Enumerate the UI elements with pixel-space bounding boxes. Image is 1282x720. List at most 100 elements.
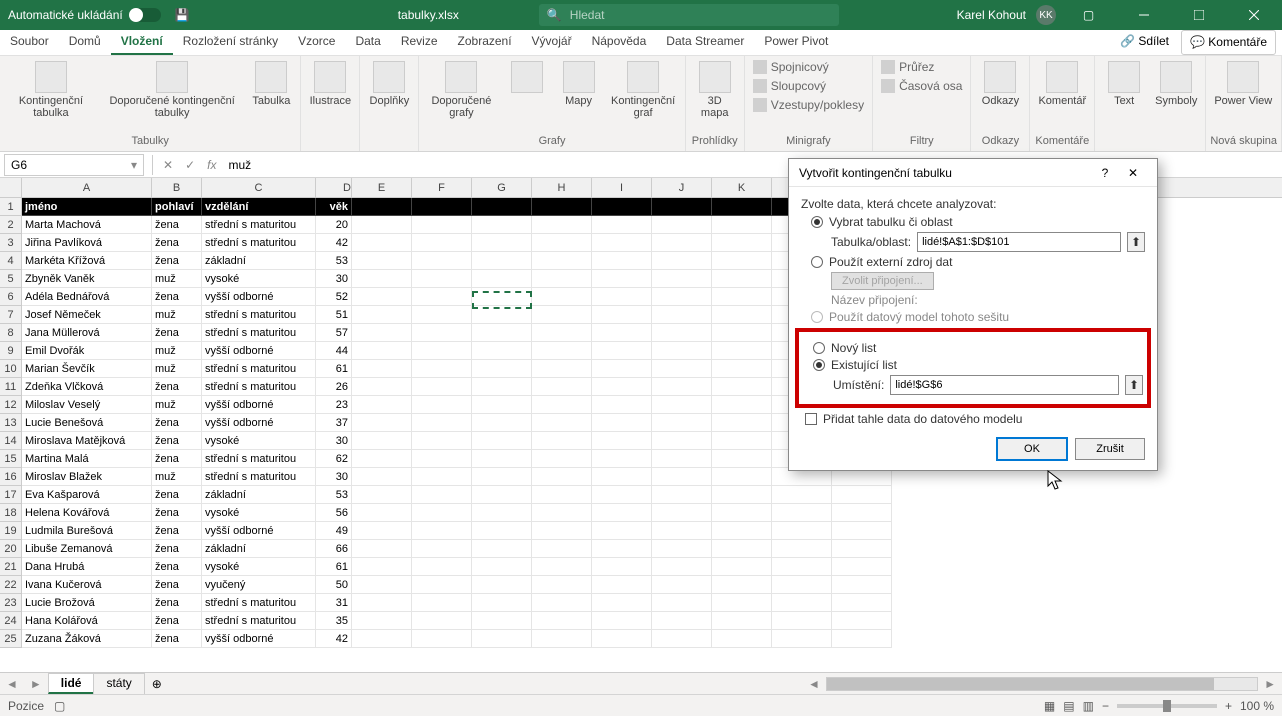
ribbon-tab-soubor[interactable]: Soubor — [0, 30, 59, 55]
row-header[interactable]: 17 — [0, 486, 22, 504]
ribbon-tab-zobrazení[interactable]: Zobrazení — [448, 30, 522, 55]
radio-existing-sheet[interactable] — [813, 359, 825, 371]
ribbon-button[interactable]: Mapy — [554, 58, 604, 110]
row-header[interactable]: 11 — [0, 378, 22, 396]
save-icon[interactable]: 💾 — [175, 8, 190, 22]
data-cell[interactable]: vysoké — [202, 558, 316, 576]
row-header[interactable]: 21 — [0, 558, 22, 576]
location-input[interactable] — [890, 375, 1119, 395]
row-header[interactable]: 15 — [0, 450, 22, 468]
ribbon-small-button[interactable]: Sloupcový — [749, 77, 868, 95]
data-cell[interactable]: Libuše Zemanová — [22, 540, 152, 558]
data-cell[interactable]: vyšší odborné — [202, 522, 316, 540]
header-cell[interactable]: vzdělání — [202, 198, 316, 216]
data-cell[interactable]: žena — [152, 288, 202, 306]
data-cell[interactable]: 61 — [316, 360, 352, 378]
data-cell[interactable]: 42 — [316, 630, 352, 648]
data-cell[interactable]: muž — [152, 306, 202, 324]
data-cell[interactable]: 30 — [316, 270, 352, 288]
ribbon-small-button[interactable]: Spojnicový — [749, 58, 868, 76]
data-cell[interactable]: žena — [152, 594, 202, 612]
ribbon-tab-vzorce[interactable]: Vzorce — [288, 30, 345, 55]
data-cell[interactable]: žena — [152, 522, 202, 540]
close-button[interactable] — [1231, 0, 1276, 30]
zoom-value[interactable]: 100 % — [1240, 699, 1274, 713]
hscroll-track[interactable] — [826, 677, 1258, 691]
data-cell[interactable]: vyšší odborné — [202, 342, 316, 360]
data-cell[interactable]: žena — [152, 504, 202, 522]
close-dialog-button[interactable]: ✕ — [1119, 166, 1147, 180]
zoom-out-button[interactable]: − — [1102, 699, 1109, 713]
row-header[interactable]: 20 — [0, 540, 22, 558]
ribbon-tab-data streamer[interactable]: Data Streamer — [656, 30, 754, 55]
column-header[interactable]: F — [412, 178, 472, 197]
collapse-dialog-icon-2[interactable]: ⬆ — [1125, 375, 1143, 395]
toggle-switch[interactable] — [129, 8, 161, 22]
fx-icon[interactable]: fx — [201, 158, 222, 172]
column-header[interactable]: C — [202, 178, 316, 197]
row-header[interactable]: 22 — [0, 576, 22, 594]
collapse-dialog-icon[interactable]: ⬆ — [1127, 232, 1145, 252]
data-cell[interactable]: 57 — [316, 324, 352, 342]
data-cell[interactable]: Martina Malá — [22, 450, 152, 468]
hscroll-thumb[interactable] — [827, 678, 1214, 690]
search-box[interactable]: 🔍 Hledat — [539, 4, 839, 26]
ribbon-button[interactable]: Odkazy — [975, 58, 1025, 110]
data-cell[interactable]: muž — [152, 270, 202, 288]
data-cell[interactable]: střední s maturitou — [202, 306, 316, 324]
data-cell[interactable]: Lucie Brožová — [22, 594, 152, 612]
help-button[interactable]: ? — [1091, 166, 1119, 180]
data-cell[interactable]: střední s maturitou — [202, 216, 316, 234]
data-cell[interactable]: střední s maturitou — [202, 612, 316, 630]
data-cell[interactable]: Miloslav Veselý — [22, 396, 152, 414]
data-cell[interactable]: 30 — [316, 432, 352, 450]
ok-button[interactable]: OK — [997, 438, 1067, 460]
sheet-tab[interactable]: státy — [93, 673, 144, 694]
data-cell[interactable]: 42 — [316, 234, 352, 252]
data-cell[interactable]: střední s maturitou — [202, 378, 316, 396]
data-cell[interactable]: Zuzana Žáková — [22, 630, 152, 648]
data-cell[interactable]: 23 — [316, 396, 352, 414]
data-cell[interactable]: Ludmila Burešová — [22, 522, 152, 540]
data-cell[interactable]: žena — [152, 432, 202, 450]
ribbon-tab-rozložení stránky[interactable]: Rozložení stránky — [173, 30, 288, 55]
row-header[interactable]: 3 — [0, 234, 22, 252]
ribbon-button[interactable]: Kontingenční graf — [606, 58, 681, 122]
column-header[interactable]: D — [316, 178, 352, 197]
row-header[interactable]: 12 — [0, 396, 22, 414]
data-cell[interactable]: Miroslava Matějková — [22, 432, 152, 450]
data-cell[interactable]: základní — [202, 486, 316, 504]
data-cell[interactable]: 37 — [316, 414, 352, 432]
data-cell[interactable]: základní — [202, 540, 316, 558]
column-header[interactable]: J — [652, 178, 712, 197]
ribbon-small-button[interactable]: Průřez — [877, 58, 966, 76]
row-header[interactable]: 14 — [0, 432, 22, 450]
data-cell[interactable]: 53 — [316, 252, 352, 270]
row-header[interactable]: 7 — [0, 306, 22, 324]
column-header[interactable]: B — [152, 178, 202, 197]
data-cell[interactable]: střední s maturitou — [202, 360, 316, 378]
ribbon-tab-vývojář[interactable]: Vývojář — [522, 30, 582, 55]
row-header[interactable]: 8 — [0, 324, 22, 342]
data-cell[interactable]: Jana Müllerová — [22, 324, 152, 342]
data-cell[interactable]: Zdeňka Vlčková — [22, 378, 152, 396]
sheet-tab[interactable]: lidé — [48, 673, 95, 694]
ribbon-tab-data[interactable]: Data — [345, 30, 390, 55]
name-box[interactable]: G6 ▾ — [4, 154, 144, 176]
ribbon-tab-revize[interactable]: Revize — [391, 30, 448, 55]
data-cell[interactable]: Hana Kolářová — [22, 612, 152, 630]
data-cell[interactable]: střední s maturitou — [202, 594, 316, 612]
zoom-in-button[interactable]: + — [1225, 699, 1232, 713]
column-header[interactable]: G — [472, 178, 532, 197]
user-name[interactable]: Karel Kohout — [957, 8, 1026, 22]
data-cell[interactable]: 53 — [316, 486, 352, 504]
ribbon-button[interactable]: Ilustrace — [305, 58, 355, 110]
data-cell[interactable]: Miroslav Blažek — [22, 468, 152, 486]
ribbon-button[interactable]: Doporučené grafy — [423, 58, 499, 122]
data-cell[interactable]: vysoké — [202, 504, 316, 522]
data-cell[interactable]: 49 — [316, 522, 352, 540]
radio-external-source[interactable] — [811, 256, 823, 268]
data-cell[interactable]: základní — [202, 252, 316, 270]
data-cell[interactable]: žena — [152, 558, 202, 576]
data-cell[interactable]: žena — [152, 576, 202, 594]
